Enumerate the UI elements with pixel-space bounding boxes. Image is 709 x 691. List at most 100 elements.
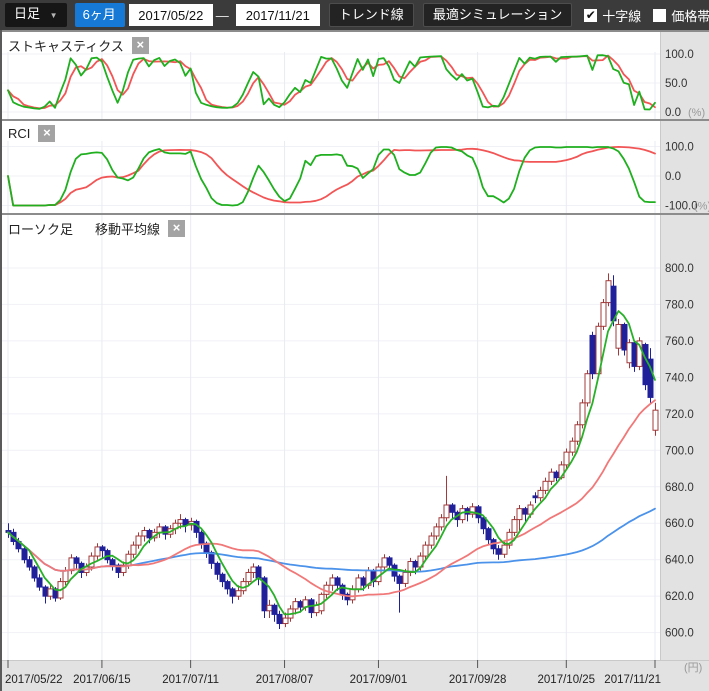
stochastics-title: ストキャスティクス bbox=[8, 36, 124, 55]
candlestick bbox=[131, 545, 136, 554]
y-axis-label: 680.0 bbox=[665, 482, 694, 494]
candlestick bbox=[523, 509, 528, 514]
candlestick bbox=[220, 574, 225, 581]
y-axis-label: 740.0 bbox=[665, 372, 694, 384]
close-icon[interactable]: × bbox=[132, 37, 149, 54]
crosshair-checkbox[interactable]: ✔ 十字線 bbox=[584, 6, 641, 25]
y-axis-label: 800.0 bbox=[665, 263, 694, 275]
checkbox-checked-icon: ✔ bbox=[584, 9, 597, 22]
candlestick bbox=[543, 481, 548, 490]
candlestick bbox=[350, 589, 355, 600]
candlestick bbox=[283, 618, 288, 623]
candlestick bbox=[251, 567, 256, 572]
trend-line-button[interactable]: トレンド線 bbox=[329, 3, 414, 27]
candlestick bbox=[298, 602, 303, 607]
checkbox-unchecked-icon bbox=[653, 9, 666, 22]
candlestick bbox=[601, 303, 606, 327]
chart-app: 日足 ▼ 6ヶ月 — トレンド線 最適シミュレーション ✔ 十字線 価格帯 シミ… bbox=[0, 0, 709, 691]
y-axis-label: 0.0 bbox=[665, 171, 681, 183]
ma-mid-line bbox=[8, 400, 655, 596]
y-axis-label: 640.0 bbox=[665, 555, 694, 567]
candlestick bbox=[590, 335, 595, 373]
candlestick bbox=[22, 549, 27, 560]
x-axis-label: 2017/05/22 bbox=[5, 674, 63, 686]
candlestick bbox=[439, 518, 444, 527]
candlestick bbox=[183, 520, 188, 525]
candlestick bbox=[423, 545, 428, 556]
close-icon[interactable]: × bbox=[38, 125, 55, 142]
candlestick bbox=[63, 571, 68, 582]
candlestick bbox=[256, 567, 261, 578]
candlestick bbox=[627, 343, 632, 363]
candlestick bbox=[356, 578, 361, 589]
window-edge bbox=[0, 30, 2, 691]
period-dropdown[interactable]: 日足 ▼ bbox=[5, 3, 67, 27]
candlestick bbox=[236, 591, 241, 596]
candlestick bbox=[95, 547, 100, 556]
candlestick bbox=[43, 587, 48, 596]
y-axis-label: 600.0 bbox=[665, 628, 694, 640]
candlestick bbox=[486, 529, 491, 540]
rci-panel: 100.00.0-100.0(%) RCI × bbox=[0, 121, 709, 213]
y-axis-label: 660.0 bbox=[665, 518, 694, 530]
candlestick bbox=[622, 324, 627, 350]
x-axis-label: 2017/09/28 bbox=[449, 674, 507, 686]
candlestick bbox=[549, 472, 554, 481]
rci-title: RCI bbox=[8, 126, 30, 141]
candlestick-title: ローソク足 bbox=[8, 219, 73, 238]
candlestick bbox=[554, 472, 559, 477]
candlestick bbox=[246, 572, 251, 581]
candlestick bbox=[496, 549, 501, 554]
candlestick bbox=[142, 531, 147, 536]
x-axis-label: 2017/06/15 bbox=[73, 674, 131, 686]
candlestick bbox=[48, 589, 53, 596]
y-axis-label: -100.0 bbox=[665, 201, 698, 213]
chevron-down-icon: ▼ bbox=[50, 11, 58, 20]
candlestick bbox=[538, 490, 543, 497]
candlestick bbox=[330, 578, 335, 585]
y-axis-label: 0.0 bbox=[665, 107, 681, 119]
candlestick bbox=[533, 496, 538, 498]
y-axis-label: 720.0 bbox=[665, 409, 694, 421]
candlestick bbox=[429, 536, 434, 545]
candlestick-plot[interactable]: 2017/05/222017/06/152017/07/112017/08/07… bbox=[0, 215, 709, 691]
candlestick bbox=[136, 536, 141, 545]
main-chart-panel: 2017/05/222017/06/152017/07/112017/08/07… bbox=[0, 215, 709, 691]
x-axis-label: 2017/10/25 bbox=[538, 674, 596, 686]
candlestick bbox=[580, 403, 585, 425]
candlestick bbox=[387, 558, 392, 565]
y-axis-unit: (%) bbox=[688, 107, 705, 119]
candlestick bbox=[616, 324, 621, 348]
candlestick bbox=[199, 532, 204, 543]
ma-long-line bbox=[8, 509, 655, 572]
candlestick bbox=[335, 578, 340, 585]
candlestick bbox=[502, 545, 507, 554]
range-button[interactable]: 6ヶ月 bbox=[75, 3, 125, 27]
candlestick bbox=[413, 562, 418, 567]
y-axis-label: 100.0 bbox=[665, 49, 694, 61]
candlestick bbox=[575, 425, 580, 441]
stochastics-panel: 100.050.00.0(%) ストキャスティクス × bbox=[0, 32, 709, 119]
moving-average-title: 移動平均線 bbox=[95, 219, 160, 238]
candlestick bbox=[517, 509, 522, 520]
candlestick bbox=[267, 605, 272, 610]
date-from-input[interactable] bbox=[129, 4, 213, 26]
price-band-checkbox[interactable]: 価格帯 bbox=[653, 6, 709, 25]
candlestick bbox=[444, 505, 449, 518]
candlestick bbox=[570, 441, 575, 452]
y-axis-unit: (%) bbox=[694, 201, 709, 213]
x-axis-label: 2017/09/01 bbox=[350, 674, 408, 686]
candlestick bbox=[178, 520, 183, 524]
candlestick bbox=[147, 531, 152, 538]
close-icon[interactable]: × bbox=[168, 220, 185, 237]
rci-plot[interactable]: 100.00.0-100.0(%) bbox=[0, 121, 709, 213]
date-to-input[interactable] bbox=[236, 4, 320, 26]
optimal-simulation-button[interactable]: 最適シミュレーション bbox=[423, 3, 572, 27]
y-axis-label: 760.0 bbox=[665, 336, 694, 348]
rci-header: RCI × bbox=[8, 125, 55, 142]
x-axis-label: 2017/08/07 bbox=[256, 674, 314, 686]
candlestick bbox=[37, 578, 42, 587]
candlestick bbox=[643, 345, 648, 385]
y-axis-unit: (円) bbox=[684, 662, 702, 674]
candlestick bbox=[272, 605, 277, 614]
